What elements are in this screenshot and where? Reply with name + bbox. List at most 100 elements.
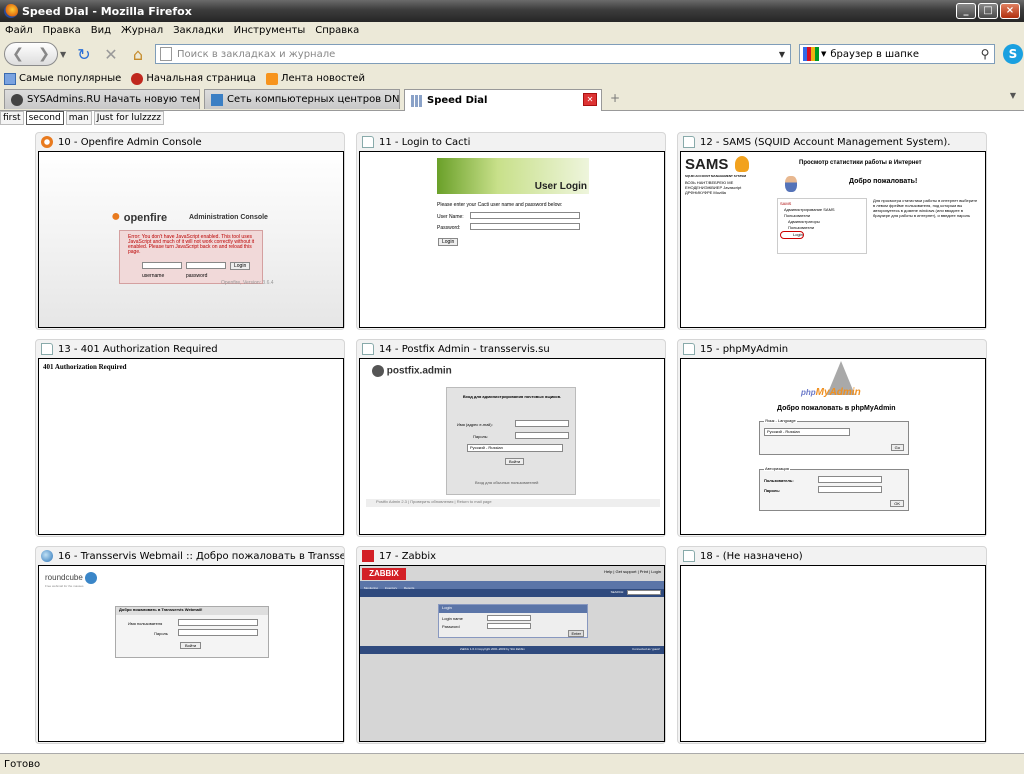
openfire-login-button[interactable]: Login [230, 262, 251, 270]
sams-welcome: Добро пожаловать! [849, 178, 918, 185]
cacti-login-button[interactable]: Login [438, 238, 459, 246]
openfire-password-field[interactable] [186, 262, 226, 269]
zabbix-footer: Zabbix 1.6.4 Copyright 2001-2009 by SIA … [360, 646, 664, 654]
postfix-language-select[interactable]: Русский - Russian [467, 444, 563, 452]
bookmark-most-visited[interactable]: Самые популярные [4, 72, 121, 85]
speed-dial-18[interactable]: 18 - (Не назначено) [677, 546, 987, 744]
tab-speed-dial[interactable]: Speed Dial ✕ [404, 89, 602, 111]
roundcube-user-label: Имя пользователя [128, 621, 163, 626]
speed-dial-15[interactable]: 15 - phpMyAdmin phpMyAdmin Добро пожалов… [677, 339, 987, 537]
zabbix-user-field[interactable] [487, 615, 531, 621]
search-icon[interactable]: ⚲ [976, 47, 994, 61]
roundcube-submit-button[interactable]: Войти [180, 642, 202, 649]
dial-header: 12 - SAMS (SQUID Account Management Syst… [678, 133, 986, 151]
reload-icon[interactable]: ↻ [73, 43, 95, 65]
home-icon[interactable]: ⌂ [127, 43, 149, 65]
openfire-username-field[interactable] [142, 262, 182, 269]
dial-thumbnail[interactable]: phpMyAdmin Добро пожаловать в phpMyAdmin… [680, 358, 986, 535]
zabbix-enter-button[interactable]: Enter [568, 630, 584, 637]
roundcube-pass-field[interactable] [178, 629, 258, 636]
postfix-user-field[interactable] [515, 420, 569, 427]
pma-language-select[interactable]: Русский - Russian [764, 428, 850, 436]
speed-dial-10[interactable]: 10 - Openfire Admin Console ● openfire A… [35, 132, 345, 330]
pma-auth-legend: Авторизация [764, 466, 790, 471]
menu-help[interactable]: Справка [310, 25, 364, 36]
dial-thumbnail[interactable]: User Login Please enter your Cacti user … [359, 151, 665, 328]
group-tab-second[interactable]: second [25, 111, 64, 125]
sams-tree-item[interactable]: Пользователи [780, 225, 864, 231]
dial-header: 13 - 401 Authorization Required [36, 340, 344, 358]
dial-thumbnail[interactable]: ZABBIX Help | Get support | Print | Logi… [359, 565, 665, 742]
tab-dns[interactable]: Сеть компьютерных центров DNS | ... [204, 89, 400, 109]
menu-file[interactable]: Файл [0, 25, 38, 36]
zabbix-menu-bar: Monitoring Inventory Reports [360, 581, 664, 590]
list-all-tabs-icon[interactable]: ▼ [1004, 91, 1022, 107]
roundcube-pass-label: Пароль [154, 631, 168, 636]
speed-dial-13[interactable]: 13 - 401 Authorization Required 401 Auth… [35, 339, 345, 537]
speed-dial-16[interactable]: 16 - Transservis Webmail :: Добро пожало… [35, 546, 345, 744]
search-engine-dropdown-icon[interactable]: ▼ [821, 50, 826, 58]
cacti-pass-field[interactable] [470, 223, 580, 230]
dial-header: 15 - phpMyAdmin [678, 340, 986, 358]
menu-tools[interactable]: Инструменты [229, 25, 311, 36]
skype-icon[interactable]: S [1003, 44, 1023, 64]
speed-dial-17[interactable]: 17 - Zabbix ZABBIX Help | Get support | … [356, 546, 666, 744]
pma-pass-field[interactable] [818, 486, 882, 493]
zabbix-favicon-icon [362, 550, 374, 562]
maximize-button[interactable]: □ [978, 3, 998, 19]
search-input[interactable]: браузер в шапке [830, 49, 976, 60]
sams-tree-item[interactable]: Login [780, 231, 804, 239]
openfire-logo: ● openfire [111, 208, 168, 225]
group-tab-man[interactable]: man [65, 111, 92, 125]
page-icon [683, 136, 695, 148]
pma-go-button[interactable]: Go [890, 444, 904, 451]
forward-arrow-icon[interactable]: ❯ [38, 46, 50, 62]
google-icon[interactable] [803, 47, 819, 61]
page-icon [683, 550, 695, 562]
close-button[interactable]: × [1000, 3, 1020, 19]
dial-thumbnail-empty[interactable] [680, 565, 986, 742]
dial-title: 17 - Zabbix [379, 550, 437, 562]
dial-thumbnail[interactable]: ● openfire Administration Console Error:… [38, 151, 344, 328]
postfix-pass-field[interactable] [515, 432, 569, 439]
bookmark-start-page[interactable]: Начальная страница [131, 72, 256, 85]
menu-bookmarks[interactable]: Закладки [168, 25, 229, 36]
minimize-button[interactable]: _ [956, 3, 976, 19]
speed-dial-11[interactable]: 11 - Login to Cacti User Login Please en… [356, 132, 666, 330]
search-bar[interactable]: ▼ браузер в шапке ⚲ [799, 44, 995, 64]
stop-icon[interactable]: ✕ [100, 43, 122, 65]
postfix-submit-button[interactable]: Войти [505, 458, 525, 465]
zabbix-connected: Connected as 'guest' [632, 647, 660, 651]
sams-subtitle: SQUID ACCOUNT MANAGEMENT SYSTEM [685, 174, 747, 178]
menu-view[interactable]: Вид [86, 25, 116, 36]
roundcube-tagline: Free webmail for the masses [45, 584, 84, 588]
close-tab-icon[interactable]: ✕ [583, 93, 597, 106]
roundcube-user-field[interactable] [178, 619, 258, 626]
speed-dial-12[interactable]: 12 - SAMS (SQUID Account Management Syst… [677, 132, 987, 330]
menu-edit[interactable]: Правка [38, 25, 86, 36]
dial-thumbnail[interactable]: 401 Authorization Required [38, 358, 344, 535]
address-bar[interactable]: Поиск в закладках и журнале ▼ [155, 44, 791, 64]
cacti-user-field[interactable] [470, 212, 580, 219]
group-tab-just-for-lulzzzz[interactable]: Just for lulzzzz [93, 111, 164, 125]
dial-thumbnail[interactable]: roundcube Free webmail for the masses До… [38, 565, 344, 742]
bookmark-news-feed[interactable]: Лента новостей [265, 72, 365, 85]
address-dropdown-icon[interactable]: ▼ [774, 50, 790, 59]
menu-history[interactable]: Журнал [116, 25, 168, 36]
group-tab-first[interactable]: first [0, 111, 24, 125]
dial-thumbnail[interactable]: postfix.admin Вход для администрирования… [359, 358, 665, 535]
dial-thumbnail[interactable]: SAMS SQUID ACCOUNT MANAGEMENT SYSTEM ВОЗ… [680, 151, 986, 328]
zabbix-search-field[interactable] [627, 590, 661, 595]
pma-ok-button[interactable]: OK [890, 500, 904, 507]
pma-user-field[interactable] [818, 476, 882, 483]
history-dropdown-icon[interactable]: ▼ [60, 50, 68, 59]
zabbix-pass-field[interactable] [487, 623, 531, 629]
postfix-mascot-icon [372, 365, 384, 377]
dial-header: 14 - Postfix Admin - transservis.su [357, 340, 665, 358]
speed-dial-14[interactable]: 14 - Postfix Admin - transservis.su post… [356, 339, 666, 537]
tab-sysadmins[interactable]: SYSAdmins.RU Начать новую тему [4, 89, 200, 109]
back-arrow-icon[interactable]: ❮ [12, 46, 24, 62]
postfix-user-label: Имя (адрес e-mail): [457, 422, 493, 427]
zabbix-search-label: SEARCH: [610, 590, 624, 594]
new-tab-icon[interactable]: + [608, 91, 622, 105]
